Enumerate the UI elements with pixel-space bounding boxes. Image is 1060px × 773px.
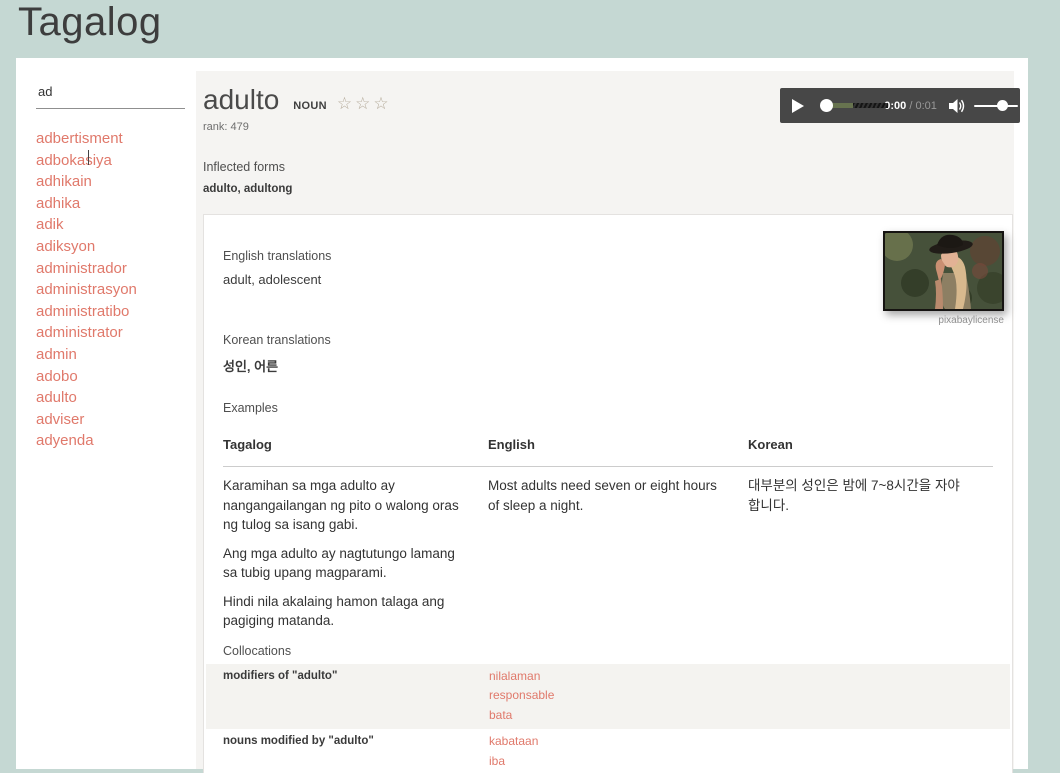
volume-knob[interactable] <box>997 100 1008 111</box>
collocation-link[interactable]: bata <box>489 706 1010 726</box>
examples-rows: Karamihan sa mga adulto ay nangangailang… <box>223 467 993 631</box>
example-english <box>488 544 748 583</box>
collocation-group: nouns modified by "adulto" kabataan iba <box>206 729 1010 773</box>
word-list-item[interactable]: administrador <box>36 258 196 280</box>
examples-table-header: Tagalog English Korean <box>223 437 993 467</box>
example-korean <box>748 544 993 583</box>
star-icon[interactable]: ☆ <box>337 94 355 113</box>
page-title: Tagalog <box>0 0 1060 48</box>
collocation-links: nilalaman responsable bata <box>489 667 1010 726</box>
word-list-item[interactable]: adyenda <box>36 430 196 452</box>
collocation-group: modifiers of "adulto" nilalaman responsa… <box>206 664 1010 730</box>
word-list-item[interactable]: administratibo <box>36 301 196 323</box>
word-list-item[interactable]: adobo <box>36 366 196 388</box>
star-icon[interactable]: ☆ <box>373 94 391 113</box>
volume-icon[interactable] <box>949 99 966 113</box>
collocation-links: kabataan iba <box>489 732 1010 771</box>
audio-time-separator: / <box>909 100 912 112</box>
collocation-link[interactable]: responsable <box>489 686 1010 706</box>
audio-player: 0:00 / 0:01 <box>780 88 1020 123</box>
word-list-item[interactable]: admin <box>36 344 196 366</box>
entry-panel: adulto NOUN ☆☆☆ rank: 479 0:00 / 0:01 <box>196 71 1014 769</box>
collocations-table: modifiers of "adulto" nilalaman responsa… <box>206 664 1010 773</box>
photo-credit-link[interactable]: pixabaylicense <box>883 315 1004 326</box>
word-list-item[interactable]: adviser <box>36 409 196 431</box>
examples-label: Examples <box>204 401 1012 415</box>
word-list-item[interactable]: adulto <box>36 387 196 409</box>
word-list-item[interactable]: adik <box>36 214 196 236</box>
inflected-forms-label: Inflected forms <box>203 160 1014 174</box>
collocation-link[interactable]: kabataan <box>489 732 1010 752</box>
word-list-item[interactable]: adiksyon <box>36 236 196 258</box>
example-tagalog: Karamihan sa mga adulto ay nangangailang… <box>223 476 488 535</box>
audio-time: 0:00 / 0:01 <box>884 100 937 112</box>
inflected-forms-value: adulto, adultong <box>203 183 1014 195</box>
word-list-item[interactable]: adhikain <box>36 171 196 193</box>
part-of-speech-label: NOUN <box>293 100 327 112</box>
example-tagalog: Hindi nila akalaing hamon talaga ang pag… <box>223 592 488 631</box>
search-input[interactable] <box>36 80 185 109</box>
entry-photo <box>883 231 1004 311</box>
example-row: Hindi nila akalaing hamon talaga ang pag… <box>223 583 993 631</box>
play-icon[interactable] <box>792 99 804 113</box>
korean-translations-value: 성인, 어른 <box>204 356 1012 375</box>
example-english: Most adults need seven or eight hours of… <box>488 476 748 535</box>
example-tagalog: Ang mga adulto ay nagtutungo lamang sa t… <box>223 544 488 583</box>
example-korean: 대부분의 성인은 밤에 7~8시간을 자야 합니다. <box>748 476 993 535</box>
volume-slider[interactable] <box>974 99 1008 112</box>
text-cursor <box>88 150 89 165</box>
collocations-label: Collocations <box>204 644 1012 658</box>
korean-translations-label: Korean translations <box>204 333 1012 347</box>
column-header-english: English <box>488 437 748 452</box>
headword: adulto <box>203 84 279 116</box>
collocation-group-label: nouns modified by "adulto" <box>206 732 489 771</box>
audio-track <box>826 103 888 108</box>
audio-duration: 0:01 <box>915 100 936 112</box>
star-rating[interactable]: ☆☆☆ <box>337 94 392 114</box>
collocation-link[interactable]: nilalaman <box>489 667 1010 687</box>
content-container: adbertisment adbokasiya adhikain adhika … <box>16 58 1028 769</box>
word-list-item[interactable]: administrasyon <box>36 279 196 301</box>
word-list-item[interactable]: adhika <box>36 193 196 215</box>
volume-track <box>974 105 1018 107</box>
examples-table: Tagalog English Korean Karamihan sa mga … <box>223 437 993 631</box>
column-header-korean: Korean <box>748 437 993 452</box>
collocation-link[interactable]: iba <box>489 752 1010 772</box>
entry-card: English translations adult, adolescent <box>203 214 1013 773</box>
word-list: adbertisment adbokasiya adhikain adhika … <box>36 128 196 452</box>
example-korean <box>748 592 993 631</box>
collocation-group-label: modifiers of "adulto" <box>206 667 489 726</box>
search-sidebar: adbertisment adbokasiya adhikain adhika … <box>16 58 196 769</box>
word-list-item[interactable]: adbokasiya <box>36 150 196 172</box>
column-header-tagalog: Tagalog <box>223 437 488 452</box>
word-list-item[interactable]: adbertisment <box>36 128 196 150</box>
audio-progress-bar[interactable] <box>820 99 874 112</box>
example-english <box>488 592 748 631</box>
word-list-item[interactable]: administrator <box>36 322 196 344</box>
star-icon[interactable]: ☆ <box>355 94 373 113</box>
example-row: Karamihan sa mga adulto ay nangangailang… <box>223 467 993 535</box>
example-row: Ang mga adulto ay nagtutungo lamang sa t… <box>223 535 993 583</box>
audio-progress-knob[interactable] <box>820 99 833 112</box>
